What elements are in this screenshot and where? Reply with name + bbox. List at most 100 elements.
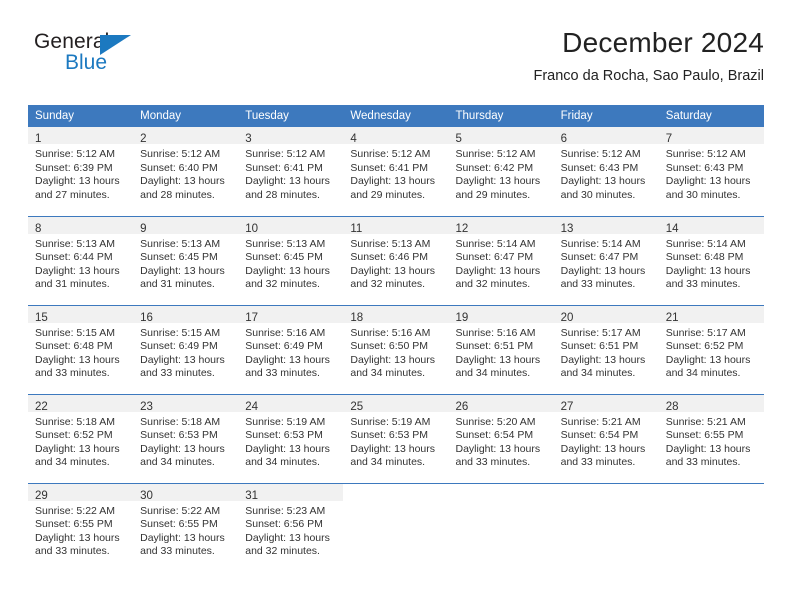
sunrise-text: Sunrise: 5:22 AM <box>35 504 115 517</box>
daynum-band: 20 <box>553 305 659 324</box>
daynum-band: 7 <box>658 127 764 145</box>
daylight-text-line2: and 34 minutes. <box>140 456 215 469</box>
sunset-text: Sunset: 6:51 PM <box>560 340 639 353</box>
day-cell[interactable]: 5 Sunrise: 5:12 AM Sunset: 6:42 PM Dayli… <box>448 127 554 216</box>
day-cell[interactable]: 23 Sunrise: 5:18 AM Sunset: 6:53 PM Dayl… <box>133 393 239 483</box>
day-cell[interactable]: 10 Sunrise: 5:13 AM Sunset: 6:45 PM Dayl… <box>238 215 344 305</box>
day-number: 31 <box>245 489 259 502</box>
day-number: 7 <box>665 133 673 145</box>
day-cell[interactable]: 6 Sunrise: 5:12 AM Sunset: 6:43 PM Dayli… <box>553 127 659 216</box>
sunrise-text: Sunrise: 5:12 AM <box>350 148 431 160</box>
day-details: Sunrise: 5:12 AM Sunset: 6:39 PM Dayligh… <box>28 144 133 202</box>
day-cell[interactable]: 8 Sunrise: 5:13 AM Sunset: 6:44 PM Dayli… <box>28 215 134 305</box>
day-cell[interactable]: 15 Sunrise: 5:15 AM Sunset: 6:48 PM Dayl… <box>28 304 134 394</box>
daylight-text-line2: and 33 minutes. <box>140 545 215 558</box>
day-cell[interactable]: 21 Sunrise: 5:17 AM Sunset: 6:52 PM Dayl… <box>658 304 764 394</box>
day-number: 1 <box>35 133 42 145</box>
day-cell[interactable]: 18 Sunrise: 5:16 AM Sunset: 6:50 PM Dayl… <box>343 304 449 394</box>
sunset-text: Sunset: 6:45 PM <box>140 251 218 264</box>
daylight-text-line2: and 29 minutes. <box>350 188 426 201</box>
daylight-text-line1: Daylight: 13 hours <box>350 264 436 277</box>
daynum-band: 2 <box>133 127 239 145</box>
day-cell[interactable]: 30 Sunrise: 5:22 AM Sunset: 6:55 PM Dayl… <box>133 482 239 572</box>
day-details: Sunrise: 5:19 AM Sunset: 6:53 PM Dayligh… <box>343 412 448 470</box>
day-cell[interactable]: 24 Sunrise: 5:19 AM Sunset: 6:53 PM Dayl… <box>238 393 344 483</box>
day-cell[interactable]: 1 Sunrise: 5:12 AM Sunset: 6:39 PM Dayli… <box>28 127 134 216</box>
sunset-text: Sunset: 6:53 PM <box>245 429 323 442</box>
sunrise-text: Sunrise: 5:12 AM <box>560 148 641 160</box>
daylight-text-line2: and 34 minutes. <box>455 367 531 380</box>
daylight-text-line1: Daylight: 13 hours <box>245 442 330 455</box>
day-cell[interactable]: 12 Sunrise: 5:14 AM Sunset: 6:47 PM Dayl… <box>448 215 554 305</box>
day-cell[interactable]: 13 Sunrise: 5:14 AM Sunset: 6:47 PM Dayl… <box>553 215 659 305</box>
sunset-text: Sunset: 6:43 PM <box>560 161 639 174</box>
day-cell[interactable]: 14 Sunrise: 5:14 AM Sunset: 6:48 PM Dayl… <box>658 215 764 305</box>
day-number: 22 <box>35 400 48 413</box>
day-cell[interactable]: 29 Sunrise: 5:22 AM Sunset: 6:55 PM Dayl… <box>28 482 134 572</box>
daynum-band: 12 <box>448 216 554 235</box>
daynum-band: 6 <box>553 127 659 145</box>
daynum-band <box>553 483 659 501</box>
day-cell[interactable]: 2 Sunrise: 5:12 AM Sunset: 6:40 PM Dayli… <box>133 127 239 216</box>
daylight-text-line2: and 31 minutes. <box>35 278 110 291</box>
logo-text-blue: Blue <box>65 51 108 74</box>
daylight-text-line2: and 32 minutes. <box>350 278 426 291</box>
day-cell[interactable]: 9 Sunrise: 5:13 AM Sunset: 6:45 PM Dayli… <box>133 215 239 305</box>
sunrise-text: Sunrise: 5:12 AM <box>665 148 746 160</box>
day-cell[interactable]: 4 Sunrise: 5:12 AM Sunset: 6:41 PM Dayli… <box>343 127 449 216</box>
daylight-text-line1: Daylight: 13 hours <box>35 175 120 188</box>
daylight-text-line2: and 34 minutes. <box>245 456 320 469</box>
daylight-text-line2: and 31 minutes. <box>140 278 215 291</box>
day-cell[interactable]: 31 Sunrise: 5:23 AM Sunset: 6:56 PM Dayl… <box>238 482 344 572</box>
day-details: Sunrise: 5:13 AM Sunset: 6:46 PM Dayligh… <box>343 234 448 292</box>
sunset-text: Sunset: 6:52 PM <box>35 429 113 442</box>
day-number: 19 <box>455 311 469 324</box>
sunset-text: Sunset: 6:39 PM <box>35 161 113 174</box>
sunrise-text: Sunrise: 5:19 AM <box>245 415 326 428</box>
sunrise-text: Sunrise: 5:12 AM <box>245 148 326 160</box>
calendar-page: General Blue December 2024 Franco da Roc… <box>0 0 792 612</box>
day-details: Sunrise: 5:22 AM Sunset: 6:55 PM Dayligh… <box>28 501 133 559</box>
daylight-text-line1: Daylight: 13 hours <box>665 353 751 366</box>
day-cell[interactable]: 20 Sunrise: 5:17 AM Sunset: 6:51 PM Dayl… <box>553 304 659 394</box>
daynum-band: 8 <box>28 216 134 235</box>
day-cell[interactable]: 19 Sunrise: 5:16 AM Sunset: 6:51 PM Dayl… <box>448 304 554 394</box>
day-details: Sunrise: 5:12 AM Sunset: 6:41 PM Dayligh… <box>343 144 448 202</box>
day-cell[interactable]: 25 Sunrise: 5:19 AM Sunset: 6:53 PM Dayl… <box>343 393 449 483</box>
daylight-text-line1: Daylight: 13 hours <box>35 353 120 366</box>
calendar-table: Sunday Monday Tuesday Wednesday Thursday… <box>28 105 764 572</box>
day-details: Sunrise: 5:13 AM Sunset: 6:45 PM Dayligh… <box>238 234 343 292</box>
sunset-text: Sunset: 6:56 PM <box>245 518 323 531</box>
day-cell[interactable]: 27 Sunrise: 5:21 AM Sunset: 6:54 PM Dayl… <box>553 393 659 483</box>
daylight-text-line2: and 33 minutes. <box>35 545 110 558</box>
day-number: 18 <box>350 311 364 324</box>
day-cell[interactable]: 11 Sunrise: 5:13 AM Sunset: 6:46 PM Dayl… <box>343 215 449 305</box>
general-blue-logo[interactable]: General Blue <box>34 30 214 86</box>
day-cell[interactable]: 16 Sunrise: 5:15 AM Sunset: 6:49 PM Dayl… <box>133 304 239 394</box>
day-details: Sunrise: 5:22 AM Sunset: 6:55 PM Dayligh… <box>133 501 238 559</box>
daylight-text-line2: and 29 minutes. <box>455 188 531 201</box>
day-cell[interactable]: 7 Sunrise: 5:12 AM Sunset: 6:43 PM Dayli… <box>658 127 764 216</box>
sunrise-text: Sunrise: 5:18 AM <box>140 415 221 428</box>
sunset-text: Sunset: 6:40 PM <box>140 161 218 174</box>
day-cell[interactable]: 26 Sunrise: 5:20 AM Sunset: 6:54 PM Dayl… <box>448 393 554 483</box>
daylight-text-line2: and 33 minutes. <box>35 367 110 380</box>
daylight-text-line1: Daylight: 13 hours <box>665 442 751 455</box>
daylight-text-line1: Daylight: 13 hours <box>560 264 646 277</box>
sunrise-text: Sunrise: 5:16 AM <box>245 326 326 339</box>
daylight-text-line1: Daylight: 13 hours <box>140 531 225 544</box>
day-cell[interactable]: 22 Sunrise: 5:18 AM Sunset: 6:52 PM Dayl… <box>28 393 134 483</box>
day-number: 23 <box>140 400 153 413</box>
day-cell[interactable]: 28 Sunrise: 5:21 AM Sunset: 6:55 PM Dayl… <box>658 393 764 483</box>
daylight-text-line1: Daylight: 13 hours <box>560 175 646 188</box>
daynum-band <box>658 483 764 501</box>
day-details: Sunrise: 5:15 AM Sunset: 6:49 PM Dayligh… <box>133 323 238 381</box>
day-cell[interactable]: 17 Sunrise: 5:16 AM Sunset: 6:49 PM Dayl… <box>238 304 344 394</box>
day-number: 25 <box>350 400 364 413</box>
daylight-text-line1: Daylight: 13 hours <box>140 442 225 455</box>
day-number: 24 <box>245 400 259 413</box>
daynum-band <box>343 483 449 501</box>
day-number: 21 <box>665 311 679 324</box>
sunset-text: Sunset: 6:55 PM <box>140 518 218 531</box>
day-cell[interactable]: 3 Sunrise: 5:12 AM Sunset: 6:41 PM Dayli… <box>238 127 344 216</box>
